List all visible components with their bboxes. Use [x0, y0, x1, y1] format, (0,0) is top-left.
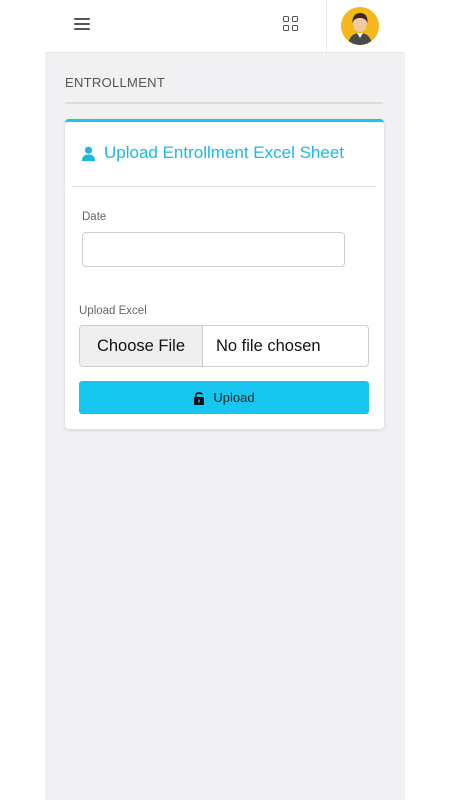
lock-open-icon [194, 391, 205, 405]
app-viewport: ENTROLLMENT Upload Entrollment Excel She… [45, 0, 405, 800]
upload-excel-label: Upload Excel [79, 305, 147, 317]
user-icon [81, 146, 96, 161]
card-title: Upload Entrollment Excel Sheet [104, 143, 345, 162]
upload-button[interactable]: Upload [79, 381, 369, 414]
date-field[interactable] [82, 232, 345, 267]
page-title: ENTROLLMENT [65, 75, 166, 90]
file-status-text: No file chosen [216, 336, 321, 355]
grid-icon[interactable] [283, 16, 299, 32]
date-label: Date [82, 211, 107, 223]
choose-file-button[interactable]: Choose File [80, 326, 203, 366]
file-input[interactable]: Choose File No file chosen [79, 325, 369, 367]
card-divider [71, 186, 376, 187]
top-navbar [45, 0, 405, 53]
upload-card: Upload Entrollment Excel Sheet Date Uplo… [65, 119, 384, 429]
card-header: Upload Entrollment Excel Sheet [81, 143, 344, 163]
upload-button-label: Upload [213, 390, 255, 405]
title-divider [65, 102, 383, 104]
navbar-divider [326, 0, 327, 53]
hamburger-icon[interactable] [74, 18, 90, 32]
user-avatar[interactable] [341, 7, 379, 45]
